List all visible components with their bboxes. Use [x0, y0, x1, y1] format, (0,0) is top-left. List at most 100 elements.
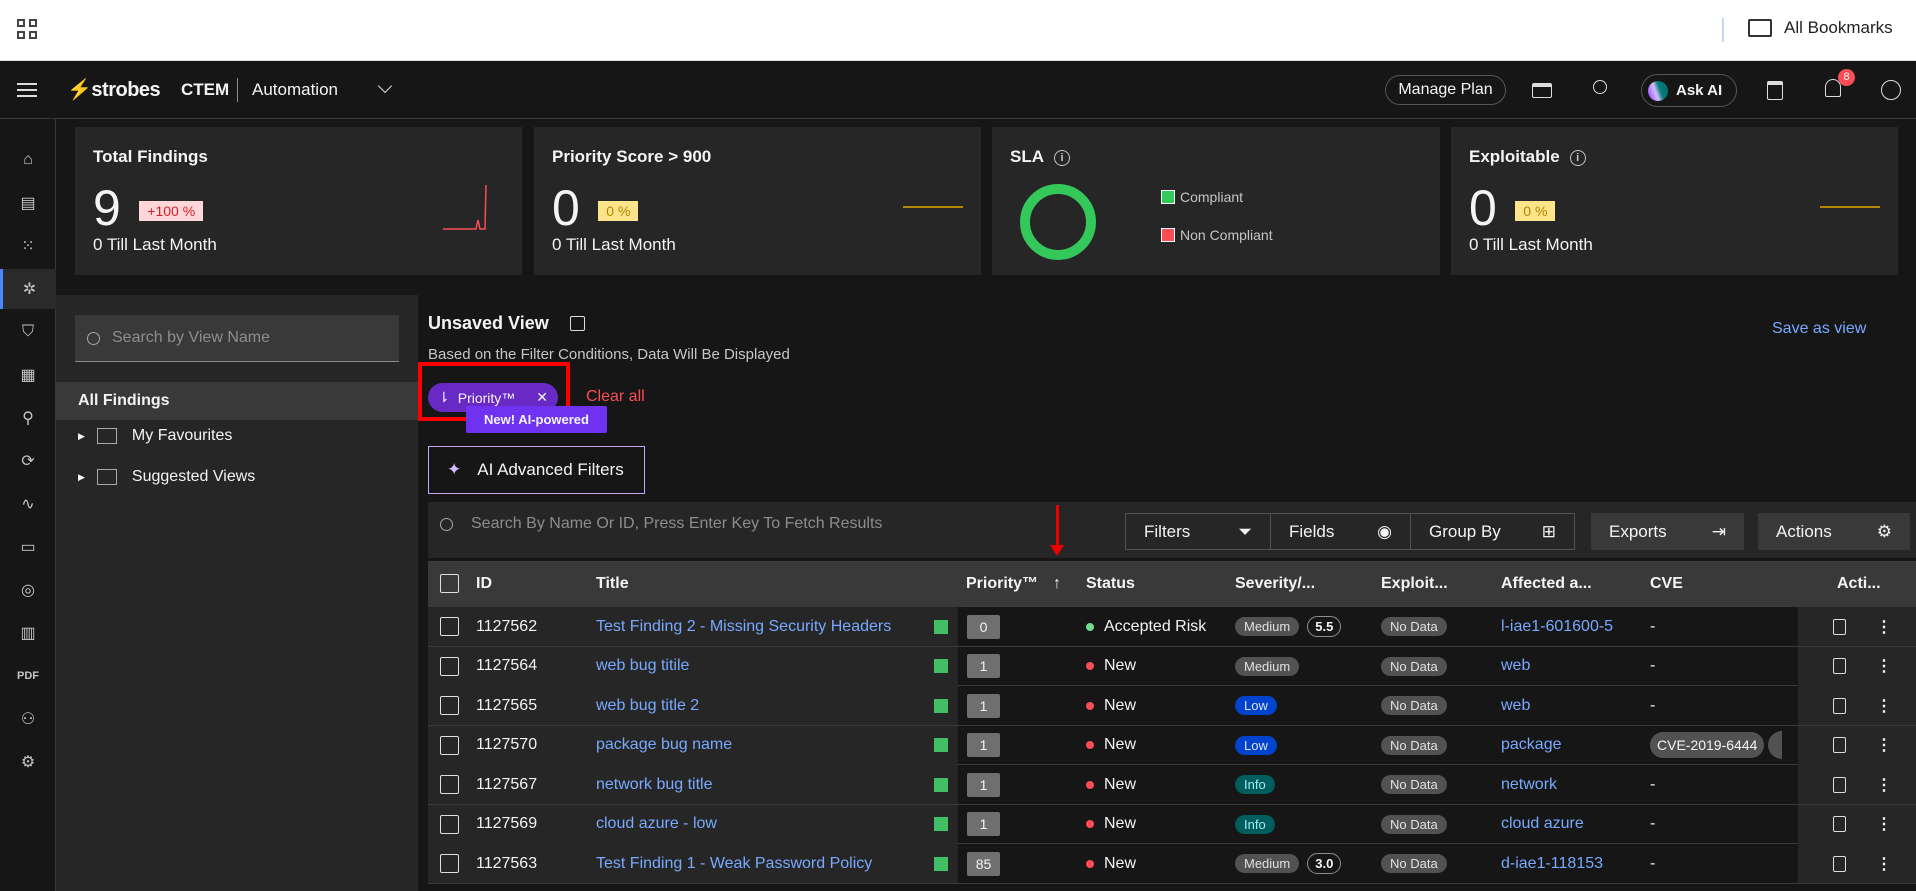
- copy-icon[interactable]: [1833, 855, 1846, 872]
- finding-title-link[interactable]: cloud azure - low: [596, 805, 717, 844]
- folder-suggested-views[interactable]: ▶ Suggested Views: [78, 468, 255, 486]
- table-row[interactable]: 1127563 Test Finding 1 - Weak Password P…: [428, 844, 1916, 884]
- table-row[interactable]: 1127567 network bug title 1 New Info No …: [428, 765, 1916, 805]
- info-icon[interactable]: i: [1569, 149, 1586, 166]
- filters-button[interactable]: Filters ⏷: [1126, 514, 1271, 549]
- scheduled-calendar-icon[interactable]: [1767, 81, 1783, 100]
- ask-ai-button[interactable]: Ask AI: [1641, 74, 1737, 107]
- col-cve[interactable]: CVE: [1650, 561, 1683, 607]
- overflow-menu-icon[interactable]: ⋮: [1876, 735, 1892, 755]
- cve-tag[interactable]: CVE-2019-6444: [1650, 732, 1765, 758]
- copy-icon[interactable]: [1833, 816, 1846, 832]
- findings-search-input[interactable]: Search By Name Or ID, Press Enter Key To…: [440, 515, 882, 533]
- table-row[interactable]: 1127570 package bug name 1 New Low No Da…: [428, 725, 1916, 765]
- row-checkbox[interactable]: [440, 854, 459, 873]
- folder-my-favourites[interactable]: ▶ My Favourites: [78, 427, 232, 445]
- affected-asset-link[interactable]: d-iae1-118153: [1501, 844, 1603, 883]
- affected-asset-link[interactable]: web: [1501, 686, 1530, 725]
- finding-title-link[interactable]: network bug title: [596, 765, 713, 804]
- ai-advanced-filters-button[interactable]: ✦ AI Advanced Filters: [428, 446, 645, 494]
- copy-icon[interactable]: [1833, 658, 1846, 674]
- affected-asset-link[interactable]: network: [1501, 765, 1557, 804]
- exploitability-badge: No Data: [1381, 656, 1447, 676]
- affected-asset-link[interactable]: l-iae1-601600-5: [1501, 607, 1613, 646]
- affected-asset-link[interactable]: package: [1501, 726, 1562, 765]
- status-text: Accepted Risk: [1104, 617, 1207, 635]
- col-actions[interactable]: Acti...: [1837, 561, 1881, 607]
- col-severity[interactable]: Severity/...: [1235, 561, 1315, 607]
- strobes-logo[interactable]: ⚡strobes: [67, 77, 161, 102]
- col-status[interactable]: Status: [1086, 561, 1135, 607]
- info-icon[interactable]: i: [1054, 149, 1070, 166]
- integrations-icon[interactable]: ◎: [0, 570, 56, 610]
- finding-title-link[interactable]: web bug title 2: [596, 686, 699, 725]
- ticket-icon[interactable]: ▭: [0, 527, 56, 567]
- affected-asset-link[interactable]: cloud azure: [1501, 805, 1584, 844]
- col-title[interactable]: Title: [596, 561, 629, 607]
- overflow-menu-icon[interactable]: ⋮: [1876, 656, 1892, 676]
- copy-icon[interactable]: [1833, 737, 1846, 753]
- row-checkbox[interactable]: [440, 735, 459, 755]
- manage-plan-button[interactable]: Manage Plan: [1385, 75, 1506, 105]
- activity-icon[interactable]: ∿: [0, 484, 56, 524]
- col-priority[interactable]: Priority™: [966, 561, 1038, 607]
- hamburger-menu-icon[interactable]: [17, 83, 37, 97]
- apps-icon[interactable]: ⁙: [0, 226, 56, 266]
- shield-check-icon[interactable]: ⛉: [0, 312, 56, 352]
- finding-title-link[interactable]: Test Finding 1 - Weak Password Policy: [596, 844, 872, 883]
- home-icon[interactable]: ⌂: [0, 140, 56, 180]
- copy-icon[interactable]: [1833, 697, 1846, 714]
- dashboard-icon[interactable]: ▤: [0, 183, 56, 223]
- save-as-view-link[interactable]: Save as view: [1772, 320, 1866, 338]
- view-search-input[interactable]: Search by View Name: [75, 315, 399, 362]
- col-exploitability[interactable]: Exploit...: [1381, 561, 1448, 607]
- copy-icon[interactable]: [1833, 618, 1846, 635]
- row-checkbox[interactable]: [440, 656, 459, 676]
- table-row[interactable]: 1127562 Test Finding 2 - Missing Securit…: [428, 607, 1916, 647]
- settings-gear-icon[interactable]: ⚙: [0, 742, 56, 782]
- actions-button[interactable]: Actions ⚙: [1758, 513, 1910, 550]
- fields-button[interactable]: Fields ◉: [1271, 514, 1411, 549]
- exports-button[interactable]: Exports ⇥: [1591, 513, 1744, 550]
- row-checkbox[interactable]: [440, 814, 459, 834]
- overflow-menu-icon[interactable]: ⋮: [1876, 814, 1892, 834]
- overflow-menu-icon[interactable]: ⋮: [1876, 775, 1892, 795]
- finding-title-link[interactable]: web bug titile: [596, 647, 689, 686]
- overflow-menu-icon[interactable]: ⋮: [1876, 696, 1892, 716]
- table-row[interactable]: 1127569 cloud azure - low 1 New Info No …: [428, 804, 1916, 844]
- users-icon[interactable]: ⚇: [0, 699, 56, 739]
- findings-bug-icon[interactable]: ✲: [0, 269, 56, 309]
- trend-line: [903, 206, 963, 208]
- view-all-findings[interactable]: All Findings: [56, 382, 418, 420]
- pdf-icon[interactable]: PDF: [0, 656, 56, 696]
- copy-icon[interactable]: [1833, 776, 1846, 793]
- select-all-checkbox[interactable]: [440, 574, 459, 593]
- workspace-name[interactable]: Automation: [252, 80, 338, 100]
- chevron-down-icon[interactable]: [377, 78, 393, 94]
- search-icon[interactable]: [1593, 80, 1607, 94]
- expand-icon[interactable]: [570, 316, 585, 331]
- clear-all-link[interactable]: Clear all: [586, 388, 645, 406]
- reports-icon[interactable]: ▥: [0, 613, 56, 653]
- table-row[interactable]: 1127565 web bug title 2 1 New Low No Dat…: [428, 686, 1916, 726]
- table-icon[interactable]: ▦: [0, 355, 56, 395]
- sort-ascending-icon[interactable]: ↑: [1053, 561, 1061, 607]
- finding-title-link[interactable]: package bug name: [596, 726, 732, 765]
- all-bookmarks-button[interactable]: All Bookmarks: [1748, 18, 1893, 38]
- overflow-menu-icon[interactable]: ⋮: [1876, 617, 1892, 637]
- billing-card-icon[interactable]: [1532, 83, 1552, 98]
- col-affected-assets[interactable]: Affected a...: [1501, 561, 1592, 607]
- apps-grid-icon[interactable]: [17, 19, 37, 39]
- col-id[interactable]: ID: [476, 561, 492, 607]
- group-by-button[interactable]: Group By ⊞: [1411, 514, 1574, 549]
- row-checkbox[interactable]: [440, 775, 459, 794]
- row-checkbox[interactable]: [440, 617, 459, 636]
- automation-icon[interactable]: ⟳: [0, 441, 56, 481]
- table-row[interactable]: 1127564 web bug titile 1 New Medium No D…: [428, 646, 1916, 686]
- row-checkbox[interactable]: [440, 696, 459, 715]
- profile-avatar-icon[interactable]: [1881, 80, 1901, 100]
- affected-asset-link[interactable]: web: [1501, 647, 1530, 686]
- hierarchy-icon[interactable]: ⚲: [0, 398, 56, 438]
- overflow-menu-icon[interactable]: ⋮: [1876, 854, 1892, 874]
- finding-title-link[interactable]: Test Finding 2 - Missing Security Header…: [596, 607, 891, 646]
